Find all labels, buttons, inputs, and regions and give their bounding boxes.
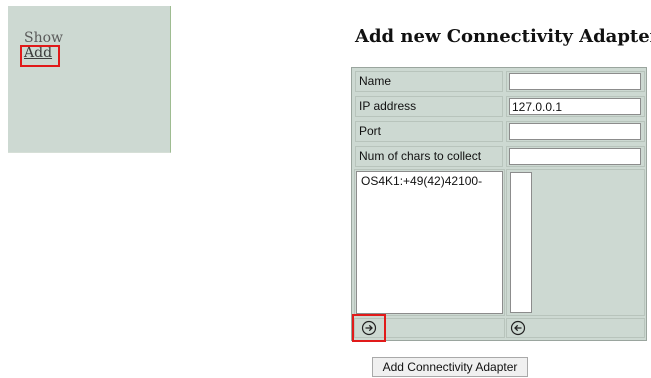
nav-show-link[interactable]: Show xyxy=(24,30,63,46)
circle-arrow-left-icon[interactable] xyxy=(510,320,526,336)
selected-list[interactable] xyxy=(510,172,532,313)
port-input[interactable] xyxy=(509,123,641,140)
nav-panel xyxy=(8,6,171,153)
available-list[interactable]: OS4K1:+49(42)42100- xyxy=(356,171,503,314)
name-label: Name xyxy=(355,71,503,92)
add-connectivity-adapter-button[interactable]: Add Connectivity Adapter xyxy=(372,357,528,377)
nav-add-link[interactable]: Add xyxy=(24,45,52,61)
list-item[interactable]: OS4K1:+49(42)42100- xyxy=(361,174,498,188)
page-title: Add new Connectivity Adapter xyxy=(355,26,651,47)
ip-address-label: IP address xyxy=(355,96,503,117)
name-input[interactable] xyxy=(509,73,641,90)
move-left-cell xyxy=(506,318,645,338)
ip-address-input[interactable] xyxy=(509,98,641,115)
num-chars-input[interactable] xyxy=(509,148,641,165)
num-chars-label: Num of chars to collect xyxy=(355,146,503,167)
port-label: Port xyxy=(355,121,503,142)
circle-arrow-right-icon[interactable] xyxy=(361,320,377,336)
